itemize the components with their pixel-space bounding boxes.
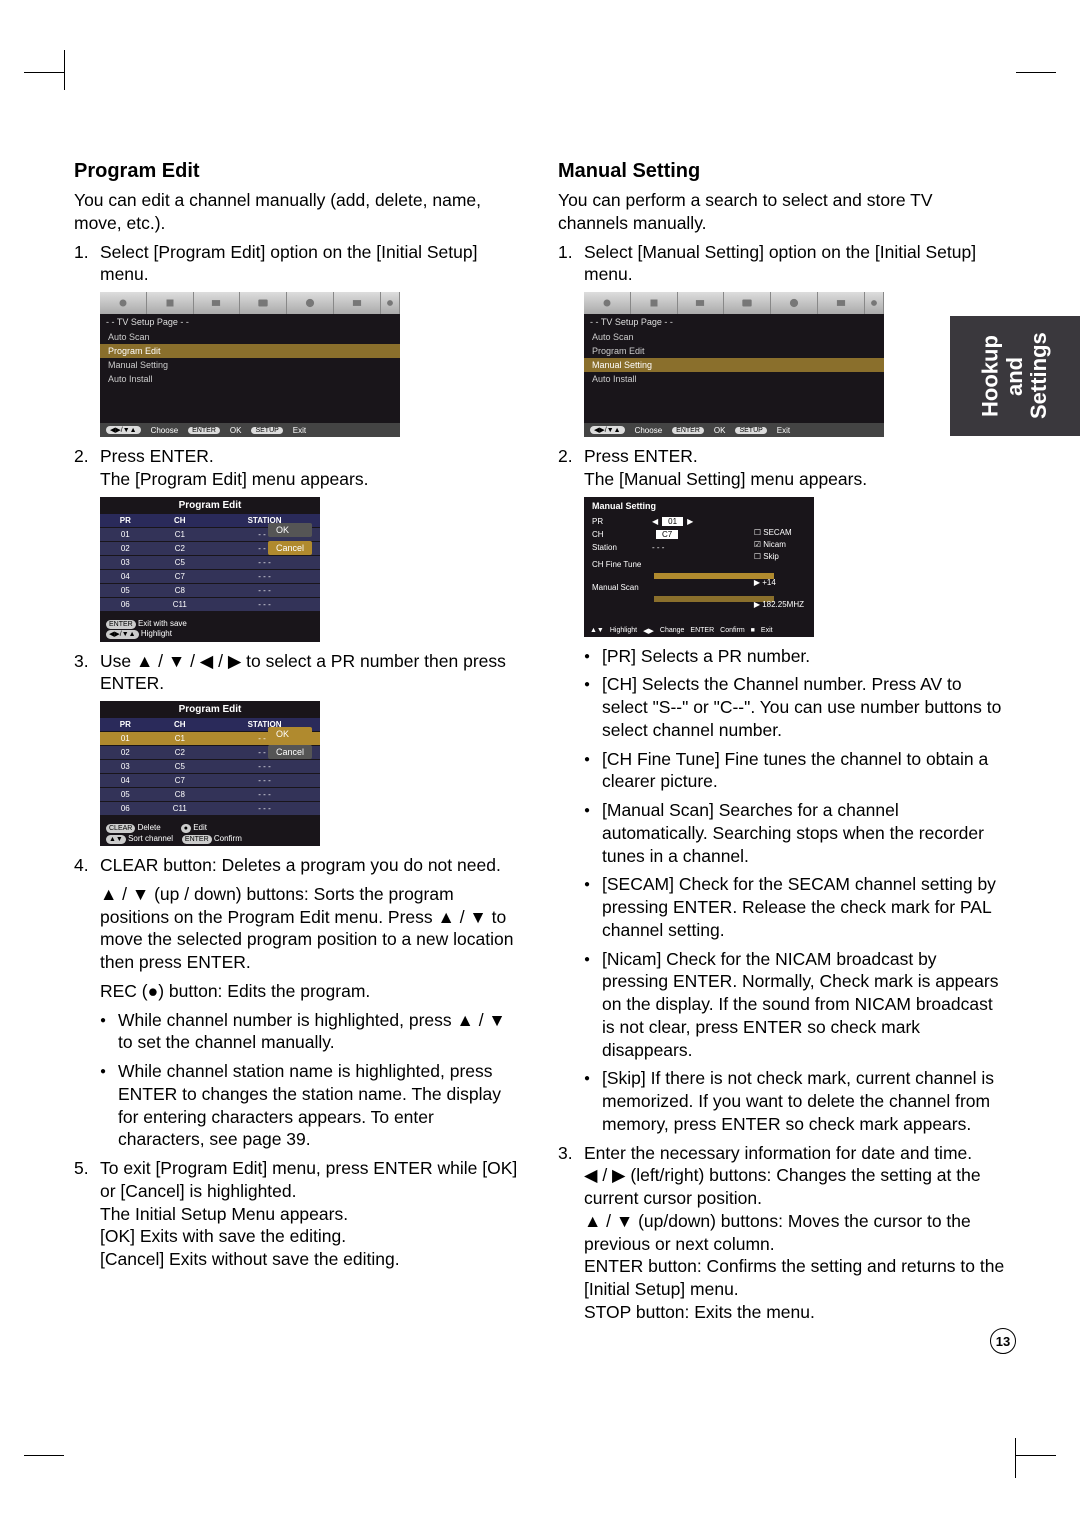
col-manual-setting: Manual Setting You can perform a search … [558, 160, 1006, 1330]
osd-checklist: ☐ SECAM ☑ Nicam ☐ Skip ▶ +14 ▶ 182.25MHZ [754, 527, 804, 611]
right-step-1: 1.Select [Manual Setting] option on the … [558, 241, 1006, 287]
bullet-mscan: [Manual Scan] Searches for a channel aut… [584, 799, 1006, 867]
left-step4-sort: ▲ / ▼ (up / down) buttons: Sorts the pro… [74, 883, 522, 974]
bullet-pr: [PR] Selects a PR number. [584, 645, 1006, 668]
osd-icon [334, 292, 381, 314]
bullet-ch: [CH] Selects the Channel number. Press A… [584, 673, 1006, 741]
bullet-nicam: [Nicam] Check for the NICAM broadcast by… [584, 948, 1006, 1062]
osd-icon [147, 292, 194, 314]
left-step4-rec: REC (●) button: Edits the program. [74, 980, 522, 1003]
col-program-edit: Program Edit You can edit a channel manu… [74, 160, 522, 1330]
left-step-2: 2. Press ENTER. The [Program Edit] menu … [74, 445, 522, 491]
left-step-5: 5. To exit [Program Edit] menu, press EN… [74, 1157, 522, 1271]
osd-footer: CLEAR Delete ● Edit ▲▼ Sort channel ENTE… [100, 821, 320, 846]
section-tab: Hookup and Settings [950, 316, 1080, 436]
page-content: Program Edit You can edit a channel manu… [74, 160, 1006, 1330]
osd-opt: Manual Setting [100, 358, 400, 372]
osd-icon [584, 292, 631, 314]
bullet-skip: [Skip] If there is not check mark, curre… [584, 1067, 1006, 1135]
osd-icon [194, 292, 241, 314]
osd-btn-setup: SETUP [735, 427, 766, 434]
osd-ok-button: OK [268, 523, 312, 537]
osd-cancel-button: Cancel [268, 745, 312, 759]
heading-program-edit: Program Edit [74, 160, 522, 183]
osd-opt-highlighted: Program Edit [100, 344, 400, 358]
right-step-2: 2. Press ENTER. The [Manual Setting] men… [558, 445, 1006, 491]
osd-opt-highlighted: Manual Setting [584, 358, 884, 372]
osd-icon [678, 292, 725, 314]
osd-icon [240, 292, 287, 314]
osd-icon [818, 292, 865, 314]
osd-icon [100, 292, 147, 314]
osd-bottombar: ◀▶/▼▲Choose ENTEROK SETUPExit [584, 423, 884, 437]
screenshot-tv-setup-manual-setting: - - TV Setup Page - - Auto Scan Program … [584, 292, 884, 437]
screenshot-program-edit-table-1: Program Edit PRCHSTATION 01C1- - - 02C2-… [100, 497, 320, 642]
osd-opt: Auto Install [100, 372, 400, 386]
right-step-3: 3. Enter the necessary information for d… [558, 1142, 1006, 1324]
osd-icon [865, 292, 884, 314]
osd-iconbar [584, 292, 884, 314]
osd-icon [381, 292, 400, 314]
screenshot-manual-setting-menu: Manual Setting PR◀01▶ CHC7 Station- - - … [584, 497, 814, 637]
osd-btn-arrows: ◀▶/▼▲ [106, 426, 141, 434]
osd-page-title: - - TV Setup Page - - [100, 314, 400, 330]
osd-icon [631, 292, 678, 314]
osd-page-title: - - TV Setup Page - - [584, 314, 884, 330]
osd-btn-setup: SETUP [251, 427, 282, 434]
screenshot-tv-setup-program-edit: - - TV Setup Page - - Auto Scan Program … [100, 292, 400, 437]
left-step4-bullet1: While channel number is highlighted, pre… [100, 1009, 522, 1055]
bullet-secam: [SECAM] Check for the SECAM channel sett… [584, 873, 1006, 941]
osd-btn-enter: ENTER [188, 427, 220, 434]
osd-icon [287, 292, 334, 314]
osd-btn-enter: ENTER [672, 427, 704, 434]
intro-manual-setting: You can perform a search to select and s… [558, 189, 1006, 235]
left-step-3: 3.Use ▲ / ▼ / ◀ / ▶ to select a PR numbe… [74, 650, 522, 696]
osd-footer: ▲▼Highlight ◀▶Change ENTERConfirm ■Exit [584, 625, 814, 637]
osd-opt: Auto Install [584, 372, 884, 386]
osd-opt: Program Edit [584, 344, 884, 358]
osd-btn-arrows: ◀▶/▼▲ [590, 426, 625, 434]
heading-manual-setting: Manual Setting [558, 160, 1006, 183]
osd-opt: Auto Scan [584, 330, 884, 344]
osd-footer: ENTER Exit with save ◀▶/▼▲ Highlight [100, 617, 320, 642]
osd-icon [771, 292, 818, 314]
intro-program-edit: You can edit a channel manually (add, de… [74, 189, 522, 235]
left-step-4: 4.CLEAR button: Deletes a program you do… [74, 854, 522, 877]
osd-iconbar [100, 292, 400, 314]
osd-bottombar: ◀▶/▼▲Choose ENTEROK SETUPExit [100, 423, 400, 437]
osd-icon [724, 292, 771, 314]
osd-cancel-button: Cancel [268, 541, 312, 555]
screenshot-program-edit-table-2: Program Edit PRCHSTATION 01C1- - - 02C2-… [100, 701, 320, 846]
osd-ok-button: OK [268, 727, 312, 741]
osd-opt: Auto Scan [100, 330, 400, 344]
bullet-chfine: [CH Fine Tune] Fine tunes the channel to… [584, 748, 1006, 794]
left-step4-bullet2: While channel station name is highlighte… [100, 1060, 522, 1151]
left-step-1: 1.Select [Program Edit] option on the [I… [74, 241, 522, 287]
page-number: 13 [990, 1328, 1016, 1354]
